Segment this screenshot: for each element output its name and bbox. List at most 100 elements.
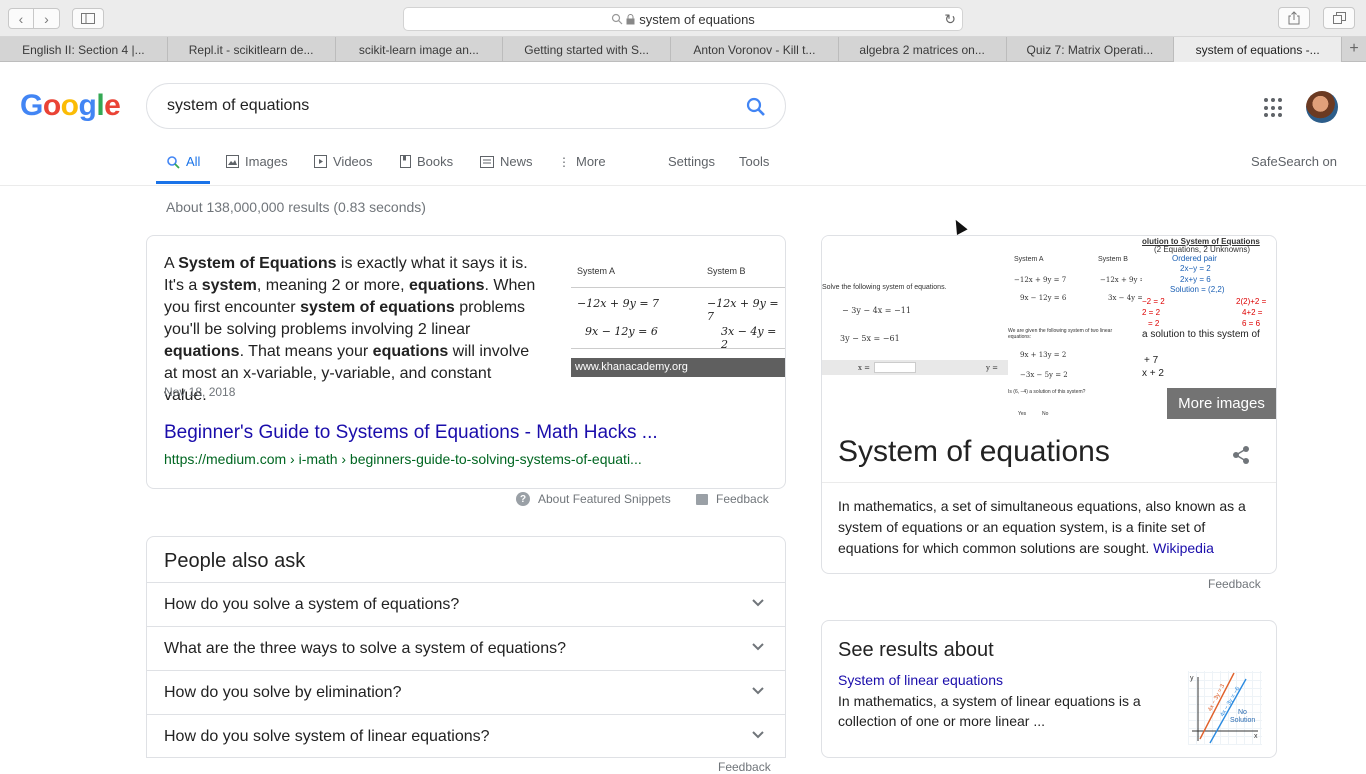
more-images-button[interactable]: More images: [1167, 388, 1276, 419]
search-query: system of equations: [167, 97, 310, 114]
image-equation: −12x + 9y = 7: [707, 297, 779, 323]
video-icon: [314, 155, 327, 168]
tab-bar: English II: Section 4 |... Repl.it - sci…: [0, 37, 1366, 62]
browser-tab[interactable]: Repl.it - scikitlearn de...: [168, 37, 336, 62]
tab-books[interactable]: Books: [400, 154, 453, 169]
back-button[interactable]: ‹: [8, 8, 34, 29]
feedback-label: Feedback: [716, 492, 769, 506]
tab-label: Videos: [333, 154, 373, 169]
related-topic-link[interactable]: System of linear equations: [838, 672, 1003, 688]
logo-letter: o: [60, 89, 79, 122]
image-equation: −12x + 9y = 7: [577, 297, 660, 310]
browser-tab-active[interactable]: system of equations -...: [1174, 37, 1342, 62]
knowledge-description: In mathematics, a set of simultaneous eq…: [838, 496, 1258, 559]
image-text: System B: [1098, 256, 1128, 263]
snippet-feedback-link[interactable]: Feedback: [696, 492, 769, 506]
feedback-icon: [696, 493, 708, 505]
snippet-image[interactable]: System A System B −12x + 9y = 7 9x − 12y…: [571, 258, 785, 377]
share-button[interactable]: [1278, 7, 1310, 29]
paa-question[interactable]: What are the three ways to solve a syste…: [147, 626, 785, 670]
browser-tab[interactable]: Getting started with S...: [503, 37, 671, 62]
browser-toolbar: ‹ › system of equations ↻: [0, 0, 1366, 37]
settings-label: Settings: [668, 154, 715, 169]
featured-snippet: A System of Equations is exactly what it…: [146, 235, 786, 489]
related-topic-thumbnail[interactable]: y x 4x − 3y = 3 4x − 3y = −6 No Solution: [1188, 671, 1262, 745]
wikipedia-link[interactable]: Wikipedia: [1153, 540, 1214, 556]
image-text: Yes: [1018, 411, 1027, 417]
image-text: y =: [986, 364, 999, 372]
logo-letter: l: [96, 89, 105, 122]
search-nav: All Images Videos Books News ⋮ More Sett…: [0, 150, 1366, 186]
image-text: Is (6, −4) a solution of this system?: [1008, 389, 1086, 395]
image-text: 9x + 13y = 2: [1020, 351, 1067, 359]
search-input[interactable]: system of equations: [146, 83, 786, 129]
paa-question[interactable]: How do you solve a system of equations?: [147, 582, 785, 626]
address-bar[interactable]: system of equations ↻: [403, 7, 963, 31]
settings-link[interactable]: Settings: [668, 154, 715, 169]
image-source[interactable]: www.khanacademy.org: [571, 358, 785, 377]
tab-images[interactable]: Images: [226, 154, 288, 169]
sidebar-toggle-button[interactable]: [72, 8, 104, 29]
image-text: + 7: [1144, 355, 1159, 366]
google-logo[interactable]: Google: [20, 89, 121, 123]
book-icon: [400, 155, 411, 168]
new-tab-button[interactable]: +: [1342, 37, 1366, 61]
snippet-text: A System of Equations is exactly what it…: [164, 255, 536, 404]
see-results-title: See results about: [838, 639, 994, 661]
search-icon: [167, 155, 180, 169]
knowledge-image[interactable]: System A System B −12x + 9y = 7 9x − 12y…: [1008, 236, 1152, 422]
snippet-link[interactable]: Beginner's Guide to Systems of Equations…: [164, 422, 658, 444]
chevron-right-icon: ›: [44, 10, 49, 27]
paa-question[interactable]: How do you solve by elimination?: [147, 670, 785, 714]
share-icon: [1233, 446, 1249, 464]
browser-tab[interactable]: Anton Voronov - Kill t...: [671, 37, 839, 62]
divider: [571, 348, 785, 349]
search-icon[interactable]: [745, 96, 767, 123]
knowledge-image[interactable]: Solve the following system of equations.…: [822, 236, 1008, 422]
show-tabs-button[interactable]: [1323, 7, 1355, 29]
snippet-url[interactable]: https://medium.com › i-math › beginners-…: [164, 451, 642, 467]
image-text: 4+2 =: [1242, 308, 1263, 317]
tab-videos[interactable]: Videos: [314, 154, 373, 169]
browser-tab[interactable]: English II: Section 4 |...: [0, 37, 168, 62]
safesearch-status[interactable]: SafeSearch on: [1251, 154, 1337, 169]
about-snippets-link[interactable]: ? About Featured Snippets: [516, 492, 671, 506]
knowledge-feedback-link[interactable]: Feedback: [1208, 577, 1261, 591]
tab-label: News: [500, 154, 533, 169]
thumb-text: Solution: [1230, 717, 1256, 724]
image-text: x + 2: [1142, 368, 1164, 379]
forward-button[interactable]: ›: [34, 8, 60, 29]
avatar[interactable]: [1306, 91, 1338, 123]
snippet-date: Nov 18, 2018: [164, 385, 236, 399]
image-text: We are given the following system of two…: [1008, 328, 1113, 340]
thumb-text: No: [1238, 709, 1247, 716]
chevron-down-icon: [752, 643, 764, 651]
paa-feedback-link[interactable]: Feedback: [718, 760, 771, 774]
image-text: −2 = 2: [1142, 297, 1165, 306]
image-text: Solve the following system of equations.: [822, 284, 947, 291]
paa-question[interactable]: How do you solve system of linear equati…: [147, 714, 785, 758]
news-icon: [480, 155, 494, 168]
sidebar-icon: [81, 13, 95, 24]
image-text: Ordered pair: [1172, 254, 1217, 263]
tab-label: All: [186, 154, 201, 169]
chevron-down-icon: [752, 687, 764, 695]
browser-tab[interactable]: scikit-learn image an...: [336, 37, 504, 62]
image-text: 2 = 2: [1142, 308, 1161, 317]
tab-news[interactable]: News: [480, 154, 533, 169]
share-button[interactable]: [1231, 445, 1251, 470]
tab-label: Images: [245, 154, 288, 169]
reload-icon[interactable]: ↻: [944, 11, 956, 28]
logo-letter: G: [20, 89, 43, 122]
browser-tab[interactable]: Quiz 7: Matrix Operati...: [1007, 37, 1175, 62]
tab-all[interactable]: All: [155, 154, 212, 184]
tab-more[interactable]: ⋮ More: [558, 154, 606, 169]
image-text: 6 = 6: [1242, 319, 1261, 328]
paa-question-text: What are the three ways to solve a syste…: [164, 639, 566, 657]
browser-tab[interactable]: algebra 2 matrices on...: [839, 37, 1007, 62]
apps-grid-icon[interactable]: [1264, 98, 1284, 118]
tools-label: Tools: [739, 154, 770, 169]
answer-box: [874, 362, 916, 373]
tools-link[interactable]: Tools: [739, 154, 769, 169]
image-text: (2 Equations, 2 Unknowns): [1154, 245, 1251, 254]
